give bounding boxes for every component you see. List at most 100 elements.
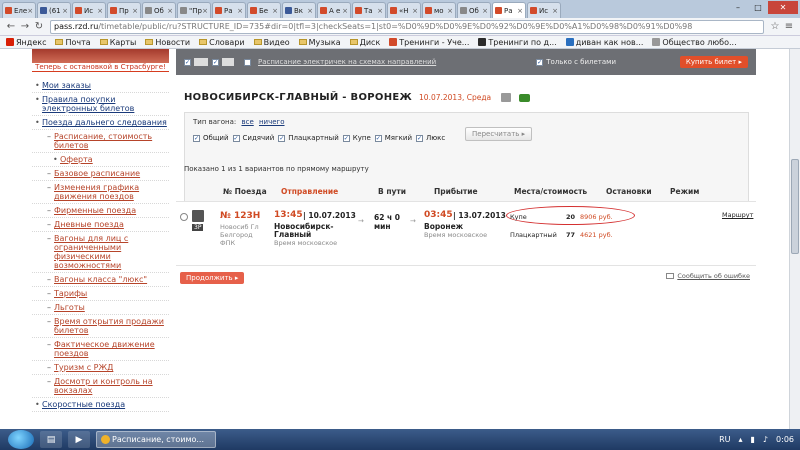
browser-tab[interactable]: Ра × (212, 2, 246, 18)
reload-icon[interactable]: ↻ (32, 20, 46, 34)
network-icon[interactable]: ▮ (751, 435, 755, 444)
bookmark-item[interactable]: Яндекс (6, 38, 46, 47)
tab-close-icon[interactable]: × (202, 7, 208, 15)
tab-close-icon[interactable]: × (412, 7, 418, 15)
bookmark-item[interactable]: Карты (99, 38, 136, 47)
sidebar-item[interactable]: Поезда дальнего следования (32, 116, 169, 130)
col-duration[interactable]: В пути (378, 187, 406, 196)
route-link[interactable]: Маршрут (722, 211, 753, 219)
wagon-type-checkbox[interactable]: ✓ (193, 134, 200, 142)
tab-close-icon[interactable]: × (517, 7, 523, 15)
bookmark-item[interactable]: Диск (349, 38, 380, 47)
sidebar-item[interactable]: Льготы (32, 301, 169, 315)
bookmark-item[interactable]: Словари (199, 38, 245, 47)
tab-close-icon[interactable]: × (552, 7, 558, 15)
bookmark-item[interactable]: диван как нов... (565, 38, 643, 47)
sidebar-item[interactable]: Тарифы (32, 287, 169, 301)
browser-tab[interactable]: А е × (317, 2, 351, 18)
bookmark-item[interactable]: Общество любо... (652, 38, 737, 47)
bookmark-item[interactable]: Тренинги - Уче... (389, 38, 469, 47)
browser-tab[interactable]: "Пр × (177, 2, 211, 18)
promo-banner[interactable]: Теперь с остановкой в Страсбурге! (32, 49, 169, 72)
wagon-type-checkbox[interactable]: ✓ (374, 134, 382, 142)
volume-icon[interactable]: ♪ (763, 435, 768, 444)
tab-close-icon[interactable]: × (62, 7, 68, 15)
clock[interactable]: 0:06 (776, 435, 794, 444)
browser-tab[interactable]: Пр × (107, 2, 141, 18)
browser-tab[interactable]: Еле × (2, 2, 36, 18)
train-select-radio[interactable] (180, 213, 188, 221)
wagon-type-option[interactable]: ✓ Купе (342, 134, 371, 142)
browser-tab[interactable]: Об × (457, 2, 491, 18)
report-error-link[interactable]: Сообщить об ошибке (666, 272, 750, 280)
sidebar-item[interactable]: Дневные поезда (32, 218, 169, 232)
schedule-map-link[interactable]: Расписание электричек на схемах направле… (258, 58, 436, 66)
vertical-scrollbar[interactable] (789, 49, 800, 429)
tray-arrow-icon[interactable]: ▴ (739, 435, 743, 444)
sidebar-item[interactable]: Досмотр и контроль на вокзалах (32, 375, 169, 398)
recount-button[interactable]: Пересчитать ▸ (465, 127, 533, 141)
wagon-type-checkbox[interactable]: ✓ (416, 134, 424, 142)
sidebar-item[interactable]: Время открытия продажи билетов (32, 315, 169, 338)
sidebar-item[interactable]: Базовое расписание (32, 167, 169, 181)
browser-tab[interactable]: мо × (422, 2, 456, 18)
url-input[interactable]: pass.rzd.ru/timetable/public/ru?STRUCTUR… (50, 19, 764, 34)
wagon-type-option[interactable]: ✓ Люкс (416, 134, 445, 142)
media-icon[interactable]: ▶ (68, 431, 90, 448)
forward-icon[interactable]: → (18, 20, 32, 34)
sidebar-item[interactable]: Вагоны класса "люкс" (32, 273, 169, 287)
bookmark-item[interactable]: Почта (55, 38, 91, 47)
bookmark-item[interactable]: Тренинги по д... (478, 38, 557, 47)
sidebar-item[interactable]: Фактическое движение поездов (32, 338, 169, 361)
sidebar-item[interactable]: Правила покупки электронных билетов (32, 93, 169, 116)
only-tickets-toggle[interactable]: ✓ Только с билетами (536, 58, 616, 66)
continue-button[interactable]: Продолжить ▸ (180, 272, 245, 284)
col-departure[interactable]: Отправление (281, 187, 338, 196)
tab-close-icon[interactable]: × (27, 7, 33, 15)
start-button[interactable] (8, 430, 34, 449)
tab-close-icon[interactable]: × (167, 7, 173, 15)
tab-close-icon[interactable]: × (132, 7, 138, 15)
language-indicator[interactable]: RU (719, 435, 730, 444)
browser-tab[interactable]: «Н × (387, 2, 421, 18)
printer-icon[interactable] (501, 93, 512, 102)
bookmark-item[interactable]: Новости (145, 38, 190, 47)
wagon-type-checkbox[interactable]: ✓ (232, 134, 240, 142)
taskbar-task-chrome[interactable]: Расписание, стоимо... (96, 431, 216, 448)
wagon-type-option[interactable]: ✓ Общий (193, 134, 229, 142)
sidebar-item[interactable]: Мои заказы (32, 79, 169, 93)
sidebar-item[interactable]: Фирменные поезда (32, 204, 169, 218)
tab-close-icon[interactable]: × (377, 7, 383, 15)
select-all-link[interactable]: все (241, 118, 253, 126)
browser-tab[interactable]: Ис × (72, 2, 106, 18)
sidebar-item[interactable]: Оферта (32, 153, 169, 167)
browser-tab[interactable]: Бе × (247, 2, 281, 18)
sidebar-item[interactable]: Туризм с РЖД (32, 361, 169, 375)
bookmark-item[interactable]: Видео (253, 38, 290, 47)
wagon-type-checkbox[interactable]: ✓ (278, 134, 286, 142)
browser-tab[interactable]: (61 × (37, 2, 71, 18)
wagon-type-option[interactable]: ✓ Сидячий (232, 134, 274, 142)
scroll-thumb[interactable] (791, 159, 799, 254)
tab-close-icon[interactable]: × (97, 7, 103, 15)
sidebar-item[interactable]: Вагоны для лиц с ограниченными физически… (32, 232, 169, 273)
close-window-icon[interactable]: ✕ (768, 1, 798, 14)
browser-tab[interactable]: Ис × (527, 2, 561, 18)
suburban-filter-checkbox[interactable]: ✓ (212, 58, 219, 66)
seat-price-platskart[interactable]: 4621 руб. (580, 231, 613, 239)
bookmark-item[interactable]: Музыка (298, 38, 341, 47)
menu-icon[interactable]: ≡ (782, 20, 796, 34)
sidebar-item[interactable]: Скоростные поезда (32, 398, 169, 412)
only-tickets-checkbox[interactable]: ✓ (536, 58, 544, 66)
wagon-type-checkbox[interactable]: ✓ (342, 134, 350, 142)
col-arrival[interactable]: Прибытие (434, 187, 478, 196)
tab-close-icon[interactable]: × (447, 7, 453, 15)
wagon-type-option[interactable]: ✓ Мягкий (374, 134, 412, 142)
star-icon[interactable]: ☆ (768, 20, 782, 34)
back-icon[interactable]: ← (4, 20, 18, 34)
buy-ticket-button[interactable]: Купить билет ▸ (679, 56, 748, 68)
train-filter-checkbox[interactable]: ✓ (184, 58, 191, 66)
browser-tab[interactable]: Та × (352, 2, 386, 18)
minimize-icon[interactable]: – (728, 1, 748, 14)
return-route-icon[interactable] (519, 93, 531, 102)
